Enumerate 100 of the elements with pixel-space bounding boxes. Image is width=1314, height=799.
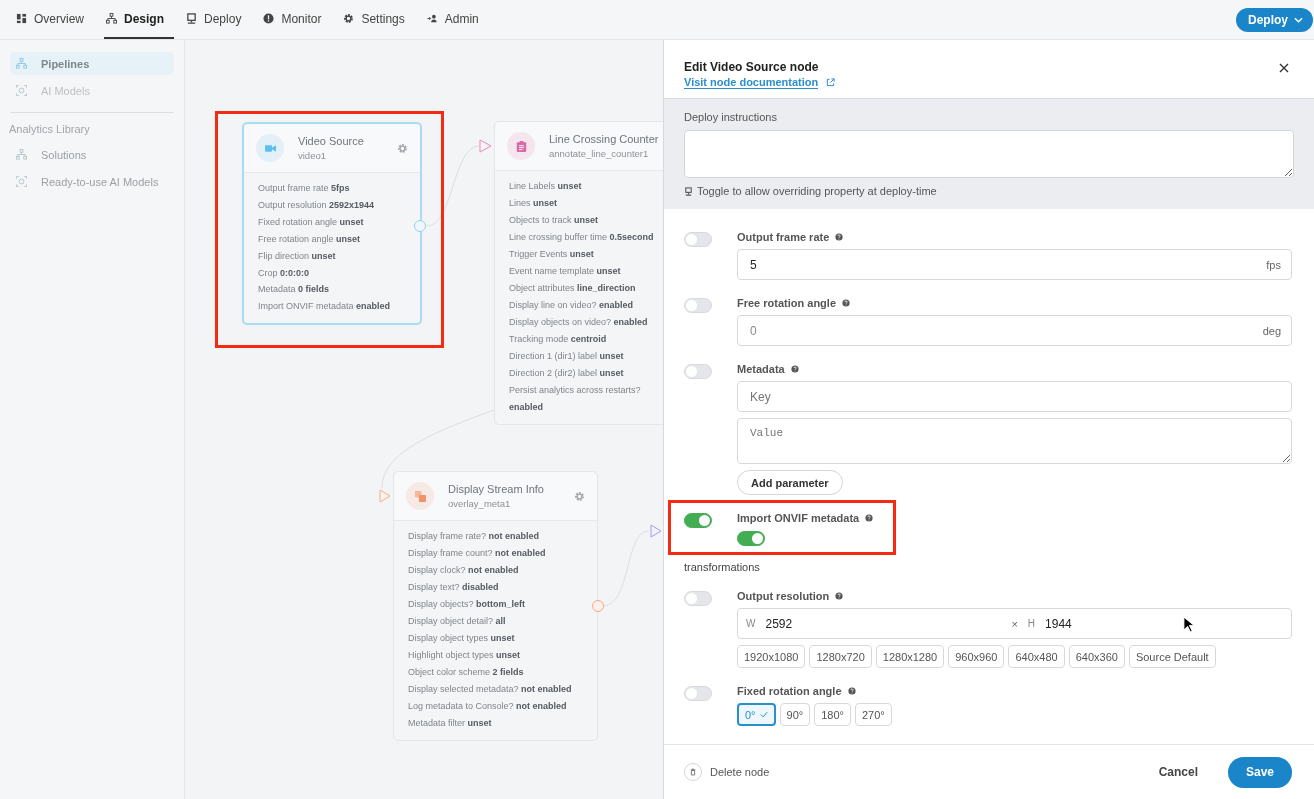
deploy-button[interactable]: Deploy [1236,7,1313,32]
caret-icon [1294,16,1303,23]
help-icon[interactable] [865,514,874,522]
angle-option[interactable]: 270° [854,703,892,726]
hierarchy-icon [16,58,27,69]
node-property: Display objects? bottom_left [408,598,527,611]
node-property: Import ONVIF metadata enabled [258,300,392,314]
node-property: Metadata 0 fields [258,283,331,297]
instructions-field[interactable] [684,130,1294,178]
node-property: Event name template unset [509,265,622,278]
node-property: Display line on video? enabled [509,299,635,312]
node-property: Display text? disabled [408,581,500,594]
output-port-icon[interactable] [414,220,426,232]
node-property: Highlight object types unset [408,649,522,662]
node-property: Tracking mode centroid [509,333,608,346]
nav-tab[interactable]: Monitor [261,0,332,39]
section-heading: transformations [684,561,761,573]
nav-tab[interactable]: Settings [341,0,415,39]
value-field[interactable]: Value [737,418,1292,464]
help-icon[interactable] [842,299,851,307]
settings-icon[interactable] [397,142,408,154]
user-icon [426,13,438,24]
resolution-field[interactable]: W 2592 × H 1944 [737,608,1292,639]
field-label: Free rotation angle [737,297,837,309]
node-property: Persist analytics across restarts? enabled [509,384,642,414]
node-property: Output resolution 2592x1944 [258,198,376,212]
hierarchy-icon [16,149,27,160]
node-property: Objects to track unset [509,214,600,227]
node-property: Object attributes line_direction [509,282,637,295]
help-icon[interactable] [847,687,856,695]
preset-button[interactable]: 640x360 [1068,645,1125,668]
preset-button[interactable]: 960x960 [948,645,1005,668]
field-label: Output frame rate [737,231,830,243]
angle-option[interactable]: 0° [737,703,776,726]
check-icon [759,711,768,718]
node-property: Output frame rate 5fps [258,182,351,195]
number-field[interactable]: 5 fps [737,249,1292,280]
external-link-icon[interactable] [826,78,836,87]
input-port-icon[interactable] [379,489,391,503]
node-id: video1 [298,150,327,161]
node-id: annotate_line_counter1 [549,148,650,159]
node-property: Direction 1 (dir1) label unset [509,350,625,363]
preset-button[interactable]: Source Default [1128,645,1216,668]
node-title: Display Stream Info [448,483,545,495]
help-icon[interactable] [835,592,844,600]
documentation-link[interactable]: Visit node documentation [684,76,819,89]
nav-tab[interactable]: Deploy [184,0,252,39]
node-property: Display object types unset [408,632,516,645]
node-title: Video Source [298,135,365,147]
field-label: Deploy instructions [684,111,778,123]
node-property: Crop 0:0:0:0 [258,266,311,280]
cancel-button[interactable]: Cancel [1152,764,1204,780]
preset-button[interactable]: 1920x1080 [737,645,806,668]
node-property: Line Labels unset [509,180,583,193]
toggle-switch[interactable] [737,531,765,546]
hint-text: Toggle to allow overriding property at deploy-time [697,185,937,197]
close-icon[interactable] [1279,63,1289,73]
nav-tab[interactable]: Admin [424,0,489,39]
key-field[interactable]: Key [737,381,1292,412]
nav-tab[interactable]: Overview [14,0,94,39]
output-port-icon[interactable] [592,600,604,612]
number-field[interactable]: 0 deg [737,315,1292,346]
pipeline-node[interactable] [242,122,422,326]
node-property: Fixed rotation angle unset [258,215,365,229]
node-property: Object color scheme 2 fields [408,666,525,679]
node-property: Display frame rate? not enabled [408,530,541,543]
add-parameter-button[interactable]: Add parameter [737,470,843,495]
node-title: Line Crossing Counter [549,133,660,145]
panel-title: Edit Video Source node [684,60,820,74]
preset-button[interactable]: 1280x720 [809,645,872,668]
section-title: Analytics Library [9,123,91,135]
dashboard-icon [16,13,27,24]
preset-button[interactable]: 640x480 [1008,645,1065,668]
delete-node-button[interactable]: Delete node [684,763,770,781]
save-button[interactable]: Save [1228,756,1292,788]
monitor-icon [684,186,693,196]
angle-option[interactable]: 90° [779,703,811,726]
node-property: Metadata filter unset [408,717,493,730]
preset-button[interactable]: 1280x1280 [875,645,945,668]
angle-option[interactable]: 180° [814,703,851,726]
help-icon[interactable] [790,365,799,373]
node-property: Direction 2 (dir2) label unset [509,367,625,380]
field-label: Import ONVIF metadata [737,512,860,524]
field-label: Fixed rotation angle [737,685,842,697]
node-property: Flip direction unset [258,249,337,263]
node-property: Display clock? not enabled [408,564,520,577]
field-label: Metadata [737,363,785,375]
settings-icon[interactable] [574,490,585,502]
pipeline-node[interactable] [393,471,598,741]
input-port-icon[interactable] [479,139,492,153]
help-icon[interactable] [835,233,844,241]
hierarchy-icon [106,13,117,24]
monitor-icon [186,13,198,24]
pipeline-node[interactable] [494,121,663,425]
node-property: Display frame count? not enabled [408,547,547,560]
override-toggle[interactable] [684,513,712,528]
scan-icon [16,176,27,187]
node-property: Display object detail? all [408,615,507,628]
scan-icon [16,85,27,96]
node-property: Display selected metadata? not enabled [408,683,573,696]
